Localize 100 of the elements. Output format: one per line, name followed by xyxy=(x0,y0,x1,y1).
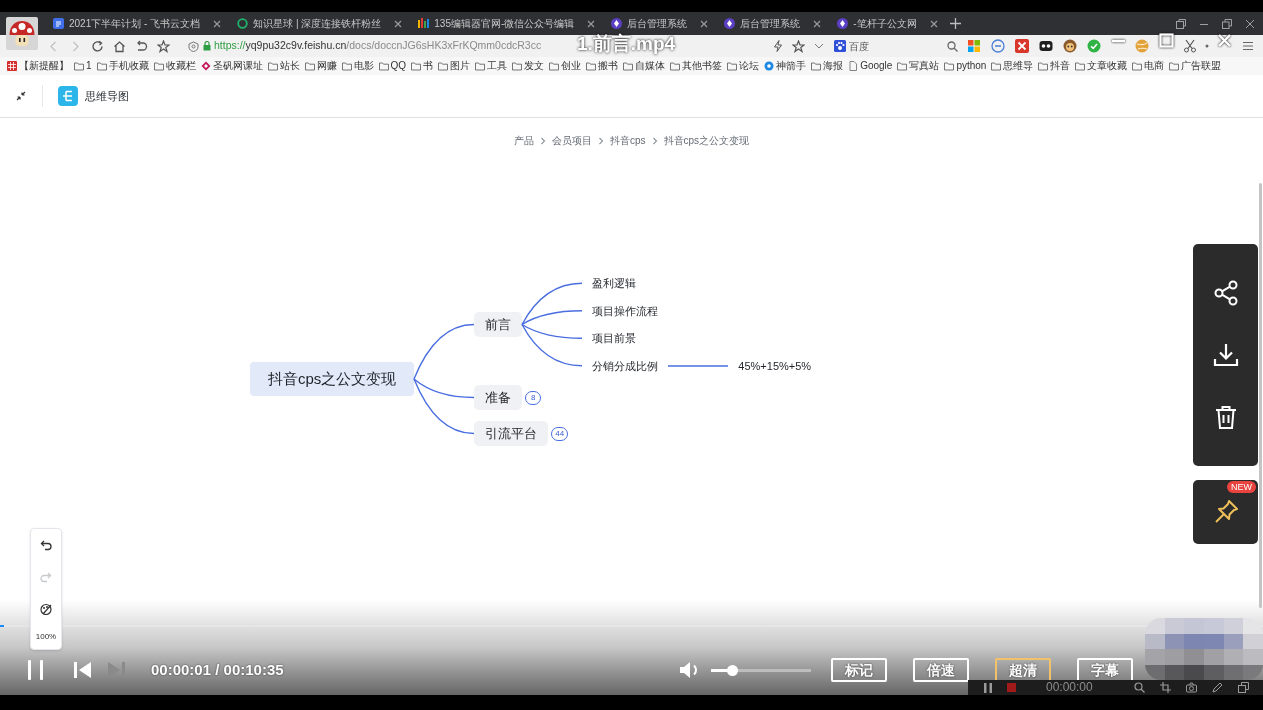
bookmark[interactable]: python xyxy=(944,60,987,72)
bookmark[interactable]: 网赚 xyxy=(304,60,337,72)
dot-icon[interactable] xyxy=(1205,44,1209,48)
star-icon[interactable] xyxy=(157,39,170,53)
crop-icon[interactable] xyxy=(1160,682,1171,693)
collapsed-count-badge[interactable]: 8 xyxy=(525,390,542,405)
folder-icon xyxy=(341,61,352,71)
cross-tile-icon[interactable] xyxy=(1015,39,1029,53)
bookmark[interactable]: 收藏栏 xyxy=(153,60,196,72)
reload-icon[interactable] xyxy=(91,39,104,53)
bookmark[interactable]: 思维导 xyxy=(991,60,1034,72)
return-arrow-icon[interactable] xyxy=(135,39,148,53)
bookmark[interactable]: 写真站 xyxy=(897,60,940,72)
browser-tab[interactable]: 2021下半年计划 - 飞书云文档 xyxy=(45,12,230,35)
bookmark[interactable]: 自媒体 xyxy=(623,60,666,72)
bookmark[interactable]: 书 xyxy=(411,60,434,72)
folder-icon xyxy=(586,61,597,71)
camera-icon[interactable] xyxy=(1186,682,1197,693)
previous-icon[interactable] xyxy=(74,661,92,679)
face-icon[interactable] xyxy=(1063,39,1077,53)
bookmark[interactable]: 文章收藏 xyxy=(1075,60,1128,72)
mushroom-icon[interactable] xyxy=(6,17,38,50)
bookmark[interactable]: Google xyxy=(848,60,893,72)
bookmark[interactable]: 站长 xyxy=(267,60,300,72)
window-tile-icon[interactable] xyxy=(1176,18,1186,29)
collapse-icon[interactable] xyxy=(16,91,26,101)
folder-icon xyxy=(411,61,422,71)
bookmark[interactable]: 海报 xyxy=(811,60,844,72)
bookmark[interactable]: 广告联盟 xyxy=(1169,60,1222,72)
mindmap-subtopic[interactable]: 盈利逻辑 xyxy=(592,276,637,291)
bookmark[interactable]: 神箭手 xyxy=(764,60,807,72)
address-url[interactable]: https://yq9pu32c9v.feishu.cn/docs/doccnJG6sHK3xFrKQmm0cdcR3cc xyxy=(214,38,542,54)
scrollbar-thumb[interactable] xyxy=(1259,183,1262,608)
home-icon[interactable] xyxy=(113,39,126,53)
shield-icon[interactable] xyxy=(188,40,199,52)
bookmark[interactable]: 抖音 xyxy=(1038,60,1071,72)
chevron-right-icon xyxy=(651,137,658,145)
mindmap-topic[interactable]: 准备 xyxy=(474,385,523,410)
folder-icon xyxy=(304,61,315,71)
bookmark[interactable]: 工具 xyxy=(475,60,508,72)
folder-icon xyxy=(96,61,107,71)
app-title: 思维导图 xyxy=(85,88,129,104)
breadcrumb-link[interactable]: 抖音cps之公文变现 xyxy=(663,135,750,147)
maximize-icon[interactable] xyxy=(1159,33,1174,48)
bookmark[interactable]: 发文 xyxy=(512,60,545,72)
minus-circle-icon[interactable] xyxy=(991,39,1005,53)
mindmap-subtopic[interactable]: 项目操作流程 xyxy=(592,303,659,318)
menu-icon[interactable] xyxy=(1241,39,1255,53)
folder-icon xyxy=(378,61,389,71)
bookmark[interactable]: QQ xyxy=(378,60,407,72)
browser-tab[interactable]: 135编辑器官网-微信公众号编辑 xyxy=(410,12,604,35)
mindmap-subtopic[interactable]: 项目前景 xyxy=(592,331,637,346)
breadcrumb-link[interactable]: 会员项目 xyxy=(551,135,592,147)
chevron-down-icon[interactable] xyxy=(814,43,824,49)
magnifier-icon[interactable] xyxy=(1134,682,1145,693)
download-icon[interactable] xyxy=(1212,342,1239,368)
browser-tab[interactable]: -笔杆子公文网 xyxy=(829,12,946,35)
breadcrumb-link[interactable]: 抖音cps xyxy=(609,135,646,147)
pause-icon[interactable] xyxy=(28,660,44,680)
search-icon[interactable] xyxy=(947,40,958,52)
bookmark[interactable]: 圣矾网课址 xyxy=(200,60,263,72)
browser-tab[interactable]: 知识星球 | 深度连接铁杆粉丝 xyxy=(229,12,411,35)
mindmap-topic[interactable]: 前言 xyxy=(474,312,523,337)
four-squares-icon[interactable] xyxy=(967,39,981,53)
zoom-level: 100% xyxy=(35,632,57,642)
new-tab-icon[interactable] xyxy=(949,18,961,29)
undo-icon[interactable] xyxy=(40,539,52,551)
bookmark[interactable]: 【新提醒】 xyxy=(7,60,69,72)
check-circle-icon[interactable] xyxy=(1087,39,1101,53)
bookmark[interactable]: 电影 xyxy=(341,60,374,72)
mindmap-subtopic[interactable]: 分销分成比例 xyxy=(592,358,659,373)
scissors-icon[interactable] xyxy=(1183,39,1197,53)
pause-icon[interactable] xyxy=(984,682,992,693)
slider-thumb[interactable] xyxy=(726,664,738,676)
palette-icon[interactable] xyxy=(40,603,52,615)
bookmark[interactable]: 论坛 xyxy=(727,60,760,72)
star-icon[interactable] xyxy=(792,39,805,53)
mindmap-topic[interactable]: 引流平台 xyxy=(474,421,549,446)
mindmap-root-topic[interactable]: 抖音cps之公文变现 xyxy=(250,362,415,396)
search-field[interactable]: 百度 xyxy=(849,39,919,53)
folder-icon xyxy=(944,61,955,71)
bookmark[interactable]: 创业 xyxy=(549,60,582,72)
bookmark[interactable]: 手机收藏 xyxy=(96,60,149,72)
mindmap-subtopic[interactable]: 45%+15%+5% xyxy=(738,358,812,373)
bookmark[interactable]: 1 xyxy=(74,60,92,72)
restore-icon[interactable] xyxy=(1222,18,1232,29)
breadcrumb-link[interactable]: 产品 xyxy=(513,135,534,147)
lightning-icon[interactable] xyxy=(773,40,783,52)
copy-icon[interactable] xyxy=(1238,682,1249,693)
browser-tab[interactable]: 后台管理系统 xyxy=(716,12,830,35)
mask-icon[interactable] xyxy=(1039,39,1053,53)
bookmark[interactable]: 其他书签 xyxy=(670,60,723,72)
bookmark[interactable]: 搬书 xyxy=(586,60,619,72)
pen-icon[interactable] xyxy=(1212,682,1223,693)
share-icon[interactable] xyxy=(1212,280,1239,306)
chevron-right-icon xyxy=(597,137,604,145)
collapsed-count-badge[interactable]: 44 xyxy=(551,426,569,441)
bookmark[interactable]: 电商 xyxy=(1132,60,1165,72)
folder-icon xyxy=(267,61,278,71)
bookmark[interactable]: 图片 xyxy=(438,60,471,72)
